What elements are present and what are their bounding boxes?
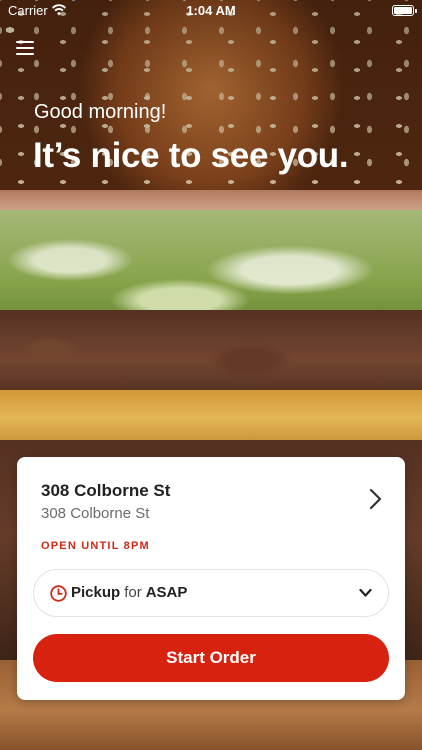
pickup-for: for [124,584,142,601]
clock-icon [50,585,67,602]
battery-icon [392,5,417,16]
clock-time: 1:04 AM [186,3,236,18]
pickup-time: ASAP [145,584,188,601]
chevron-right-icon[interactable] [365,487,385,511]
pickup-label: Pickup for ASAP [71,584,187,601]
start-order-button[interactable]: Start Order [33,634,389,682]
hamburger-menu-icon[interactable] [16,40,34,56]
chevron-down-icon [359,588,372,597]
store-hours-badge: OPEN UNTIL 8PM [41,540,150,552]
pickup-time-selector[interactable]: Pickup for ASAP [33,569,389,617]
store-card: 308 Colborne St 308 Colborne St OPEN UNT… [17,457,405,700]
page-title: It’s nice to see you. [33,136,349,175]
greeting-text: Good morning! [34,101,167,123]
status-bar: Carrier 1:04 AM [0,0,422,22]
pickup-mode: Pickup [71,584,121,601]
store-address: 308 Colborne St [41,505,150,522]
store-name[interactable]: 308 Colborne St [41,481,170,501]
